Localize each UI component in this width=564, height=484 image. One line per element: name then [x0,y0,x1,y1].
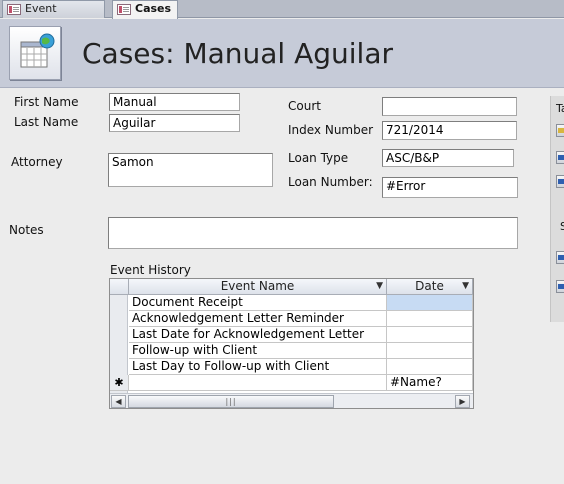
right-panel-label: S [560,220,564,233]
tab-bar: Event Subform Cases [0,0,564,31]
index-number-field[interactable]: 721/2014 [382,121,517,140]
loan-type-label: Loan Type [288,151,349,165]
attorney-label: Attorney [11,155,63,169]
side-action-button[interactable] [556,151,564,164]
side-action-button[interactable] [556,251,564,264]
tab-cases[interactable]: Cases [112,0,178,19]
table-row-date[interactable] [387,359,473,375]
new-row-event-name[interactable] [129,375,387,391]
scroll-left-icon[interactable]: ◀ [111,395,126,408]
table-row-date[interactable] [387,327,473,343]
new-record-icon: ✱ [110,375,129,391]
column-header-date[interactable]: Date ▼ [387,279,473,295]
horizontal-scrollbar[interactable]: ◀ ||| ▶ [110,393,473,408]
first-name-field[interactable]: Manual [109,93,240,111]
calendar-globe-icon [9,26,61,80]
event-history-datasheet: Event Name ▼ Date ▼ Document Receipt Ack… [109,278,474,409]
loan-number-label: Loan Number: [288,175,373,189]
notes-field[interactable] [108,217,518,249]
side-action-button[interactable] [556,280,564,293]
column-header-event-name[interactable]: Event Name ▼ [129,279,387,295]
notes-label: Notes [9,223,44,237]
last-name-field[interactable]: Aguilar [109,114,240,132]
index-number-label: Index Number [288,123,374,137]
court-field[interactable] [382,97,517,116]
table-row-date[interactable] [387,311,473,327]
form-header: Cases: Manual Aguilar [0,19,564,88]
court-label: Court [288,99,321,113]
table-row-event-name[interactable]: Follow-up with Client [129,343,387,359]
select-all-corner[interactable] [110,279,129,295]
scroll-right-icon[interactable]: ▶ [455,395,470,408]
first-name-label: First Name [14,95,79,109]
attorney-field[interactable]: Samon [108,153,273,187]
dropdown-arrow-icon[interactable]: ▼ [462,279,469,294]
folder-button[interactable] [556,124,564,137]
form-icon [117,4,131,15]
table-row-date[interactable] [387,295,473,311]
table-row-event-name[interactable]: Last Day to Follow-up with Client [129,359,387,375]
new-row-date[interactable]: #Name? [387,375,473,391]
event-history-label: Event History [110,263,191,277]
side-action-button[interactable] [556,175,564,188]
tab-event-subform[interactable]: Event Subform [2,0,105,31]
loan-type-field[interactable]: ASC/B&P [382,149,514,167]
table-row-event-name[interactable]: Document Receipt [129,295,387,311]
form-icon [7,4,21,15]
table-row-date[interactable] [387,343,473,359]
scrollbar-thumb[interactable]: ||| [128,395,334,408]
table-row-event-name[interactable]: Last Date for Acknowledgement Letter [129,327,387,343]
dropdown-arrow-icon[interactable]: ▼ [376,279,383,294]
loan-number-field[interactable]: #Error [382,177,518,198]
right-panel-label: Ta [556,102,564,115]
last-name-label: Last Name [14,115,79,129]
page-title: Cases: Manual Aguilar [82,37,393,70]
table-row-event-name[interactable]: Acknowledgement Letter Reminder [129,311,387,327]
